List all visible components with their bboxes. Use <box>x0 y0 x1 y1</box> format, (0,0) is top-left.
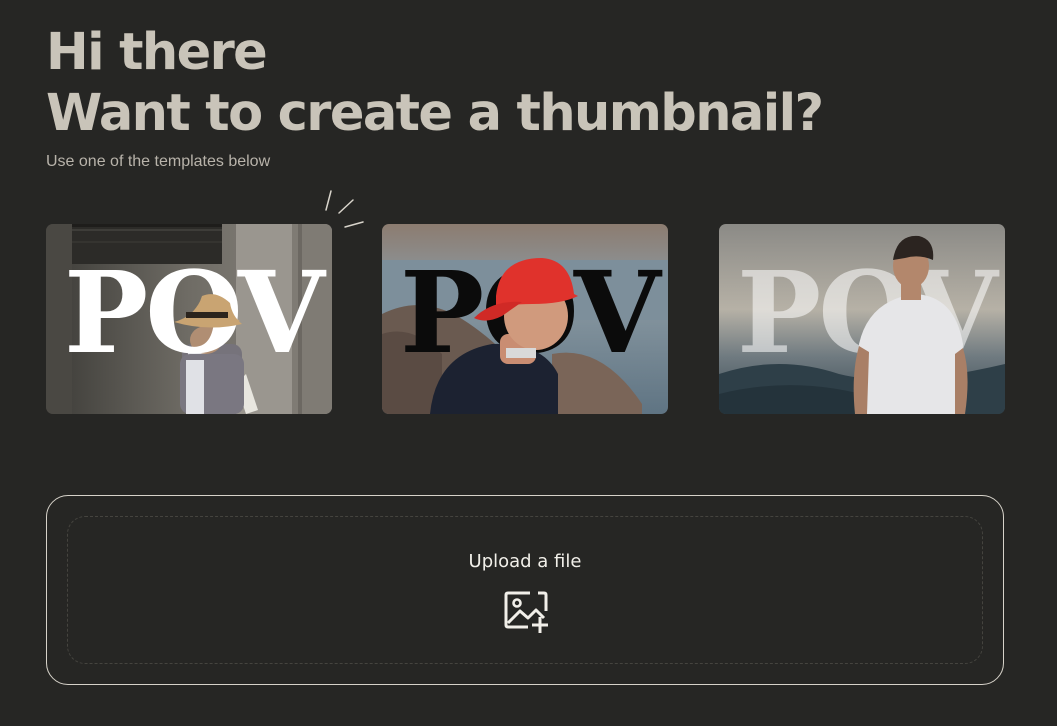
page-heading: Hi there Want to create a thumbnail? <box>46 22 824 144</box>
template-3-image: POV <box>719 224 1005 414</box>
add-image-icon[interactable] <box>504 591 552 633</box>
upload-label: Upload a file <box>468 551 582 572</box>
template-1-image: POV <box>46 224 332 414</box>
upload-drop-area[interactable]: Upload a file <box>67 516 983 664</box>
upload-dropzone[interactable]: Upload a file <box>46 495 1004 685</box>
template-card-1[interactable]: POV <box>46 224 332 414</box>
template-2-image: POV <box>382 224 668 414</box>
greeting-text: Hi there <box>46 23 268 82</box>
template-card-3[interactable]: POV <box>719 224 1005 414</box>
question-text: Want to create a thumbnail? <box>46 84 824 143</box>
page: Hi there Want to create a thumbnail? Use… <box>0 0 1057 726</box>
subtitle-text: Use one of the templates below <box>46 153 271 170</box>
template-card-2[interactable]: POV <box>382 224 668 414</box>
